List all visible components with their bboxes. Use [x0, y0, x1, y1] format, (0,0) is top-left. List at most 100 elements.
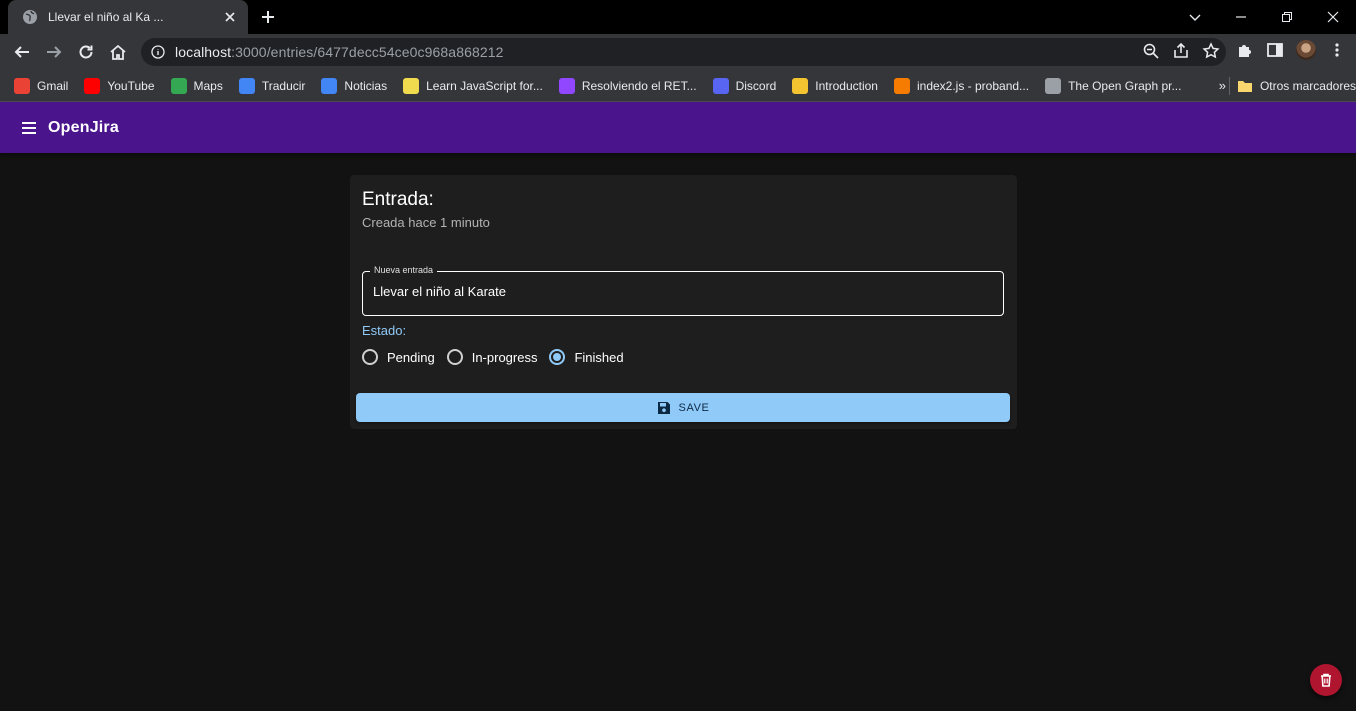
bookmark-label: YouTube — [107, 78, 155, 93]
save-label: SAVE — [678, 401, 710, 414]
bookmark-label: Maps — [193, 78, 223, 93]
radio-in-progress[interactable]: In-progress — [446, 349, 538, 365]
delete-button[interactable] — [1310, 664, 1342, 696]
bookmark-label: Traducir — [261, 78, 306, 93]
bookmark-item[interactable]: Discord — [712, 77, 777, 94]
entry-text-field: Nueva entrada — [362, 265, 1004, 316]
tab-title: Llevar el niño al Ka ... — [48, 10, 164, 24]
entry-card: Entrada: Creada hace 1 minuto Nueva entr… — [350, 175, 1017, 429]
address-bar[interactable]: localhost:3000/entries/6477decc54ce0c968… — [141, 38, 1226, 66]
save-icon — [657, 401, 670, 414]
globe-icon — [23, 10, 37, 24]
arrow-right-icon — [47, 46, 62, 58]
arrow-left-icon — [14, 46, 29, 58]
forward-button[interactable] — [38, 36, 70, 68]
bookmark-item[interactable]: Noticias — [321, 77, 388, 94]
introduction-icon — [792, 77, 809, 94]
bookmark-item[interactable]: Gmail — [14, 77, 69, 94]
minimize-button[interactable] — [1218, 0, 1264, 34]
close-icon — [1327, 11, 1339, 23]
radio-label: In-progress — [471, 349, 538, 365]
menu-icon[interactable] — [20, 119, 38, 137]
restore-button[interactable] — [1264, 0, 1310, 34]
info-icon[interactable] — [151, 45, 165, 59]
status-label: Estado: — [362, 323, 407, 338]
other-bookmarks-label: Otros marcadores — [1259, 79, 1356, 93]
home-icon — [110, 44, 126, 60]
app-title[interactable]: OpenJira — [48, 119, 119, 137]
bookmark-item[interactable]: YouTube — [84, 77, 155, 94]
zoom-icon[interactable] — [1142, 42, 1160, 60]
share-icon[interactable] — [1172, 42, 1190, 60]
reload-button[interactable] — [70, 36, 102, 68]
folder-icon — [1237, 81, 1252, 92]
youtube-icon — [84, 77, 101, 94]
radio-finished[interactable]: Finished — [549, 349, 624, 365]
more-vertical-icon[interactable] — [1328, 41, 1346, 59]
puzzle-icon[interactable] — [1236, 41, 1254, 59]
url-text: localhost:3000/entries/6477decc54ce0c968… — [175, 44, 504, 60]
radio-button-checked[interactable] — [549, 349, 566, 365]
bookmark-label: Resolviendo el RET... — [581, 78, 697, 93]
app-bar: OpenJira — [0, 102, 1356, 153]
extension-area — [1236, 40, 1346, 60]
star-icon[interactable] — [1202, 42, 1220, 60]
bookmark-label: Introduction — [815, 78, 878, 93]
radio-button[interactable] — [446, 349, 463, 365]
bookmark-item[interactable]: Maps — [170, 77, 223, 94]
bookmark-item[interactable]: Resolviendo el RET... — [558, 77, 697, 94]
url-path: :3000/entries/6477decc54ce0c968a868212 — [231, 44, 504, 60]
bookmarks-bar: Gmail YouTube Maps Traducir Noticias Learn Ja… — [0, 70, 1356, 102]
bookmark-label: Noticias — [344, 78, 388, 93]
bookmark-label: Discord — [735, 78, 777, 93]
discord-icon — [712, 77, 729, 94]
bookmark-item[interactable]: Learn JavaScript for... — [403, 77, 543, 94]
window-controls — [1218, 0, 1356, 34]
save-button[interactable]: SAVE — [356, 393, 1010, 422]
bookmarks-separator — [1229, 77, 1230, 95]
card-title: Entrada: — [362, 189, 434, 210]
maps-icon — [170, 77, 187, 94]
omnibox-actions — [1142, 42, 1220, 60]
minimize-icon — [1236, 16, 1246, 18]
browser-toolbar: localhost:3000/entries/6477decc54ce0c968… — [0, 34, 1356, 70]
bookmark-item[interactable]: index2.js - proband... — [893, 77, 1030, 94]
bookmark-item[interactable]: Introduction — [792, 77, 878, 94]
url-host: localhost — [175, 44, 232, 60]
entry-input[interactable] — [373, 284, 993, 299]
more-bookmarks-button[interactable]: » — [1219, 78, 1226, 93]
back-button[interactable] — [6, 36, 38, 68]
gmail-icon — [14, 77, 30, 94]
profile-avatar[interactable] — [1296, 40, 1316, 60]
browser-tab[interactable]: Llevar el niño al Ka ... — [8, 0, 248, 34]
entry-field-label: Nueva entrada — [370, 265, 438, 275]
news-icon — [321, 77, 338, 94]
close-window-button[interactable] — [1310, 0, 1356, 34]
chevron-down-icon — [1189, 14, 1201, 21]
radio-label: Finished — [574, 349, 624, 365]
card-subtitle: Creada hace 1 minuto — [362, 215, 490, 230]
tab-search-button[interactable] — [1172, 0, 1218, 34]
bookmark-label: index2.js - proband... — [916, 78, 1030, 93]
opengraph-icon — [1045, 77, 1062, 94]
bookmark-label: The Open Graph pr... — [1068, 78, 1182, 93]
browser-tabstrip: Llevar el niño al Ka ... — [0, 0, 1356, 34]
restore-icon — [1282, 12, 1292, 22]
close-tab-icon[interactable] — [222, 9, 238, 25]
home-button[interactable] — [102, 36, 134, 68]
bookmark-item[interactable]: Traducir — [238, 77, 306, 94]
other-bookmarks-folder[interactable]: Otros marcadores — [1237, 78, 1356, 94]
new-tab-icon[interactable] — [260, 9, 276, 25]
translate-icon — [238, 77, 255, 94]
bookmark-item[interactable]: The Open Graph pr... — [1045, 77, 1182, 94]
reload-icon — [79, 45, 93, 59]
side-panel-icon[interactable] — [1266, 41, 1284, 59]
radio-button[interactable] — [362, 349, 378, 365]
radio-label: Pending — [387, 349, 435, 365]
radio-pending[interactable]: Pending — [362, 349, 435, 365]
bookmark-label: Learn JavaScript for... — [426, 78, 543, 93]
learn-icon — [403, 77, 420, 94]
codepen-icon — [893, 77, 910, 94]
twitch-icon — [558, 77, 575, 94]
bookmark-label: Gmail — [37, 78, 69, 93]
